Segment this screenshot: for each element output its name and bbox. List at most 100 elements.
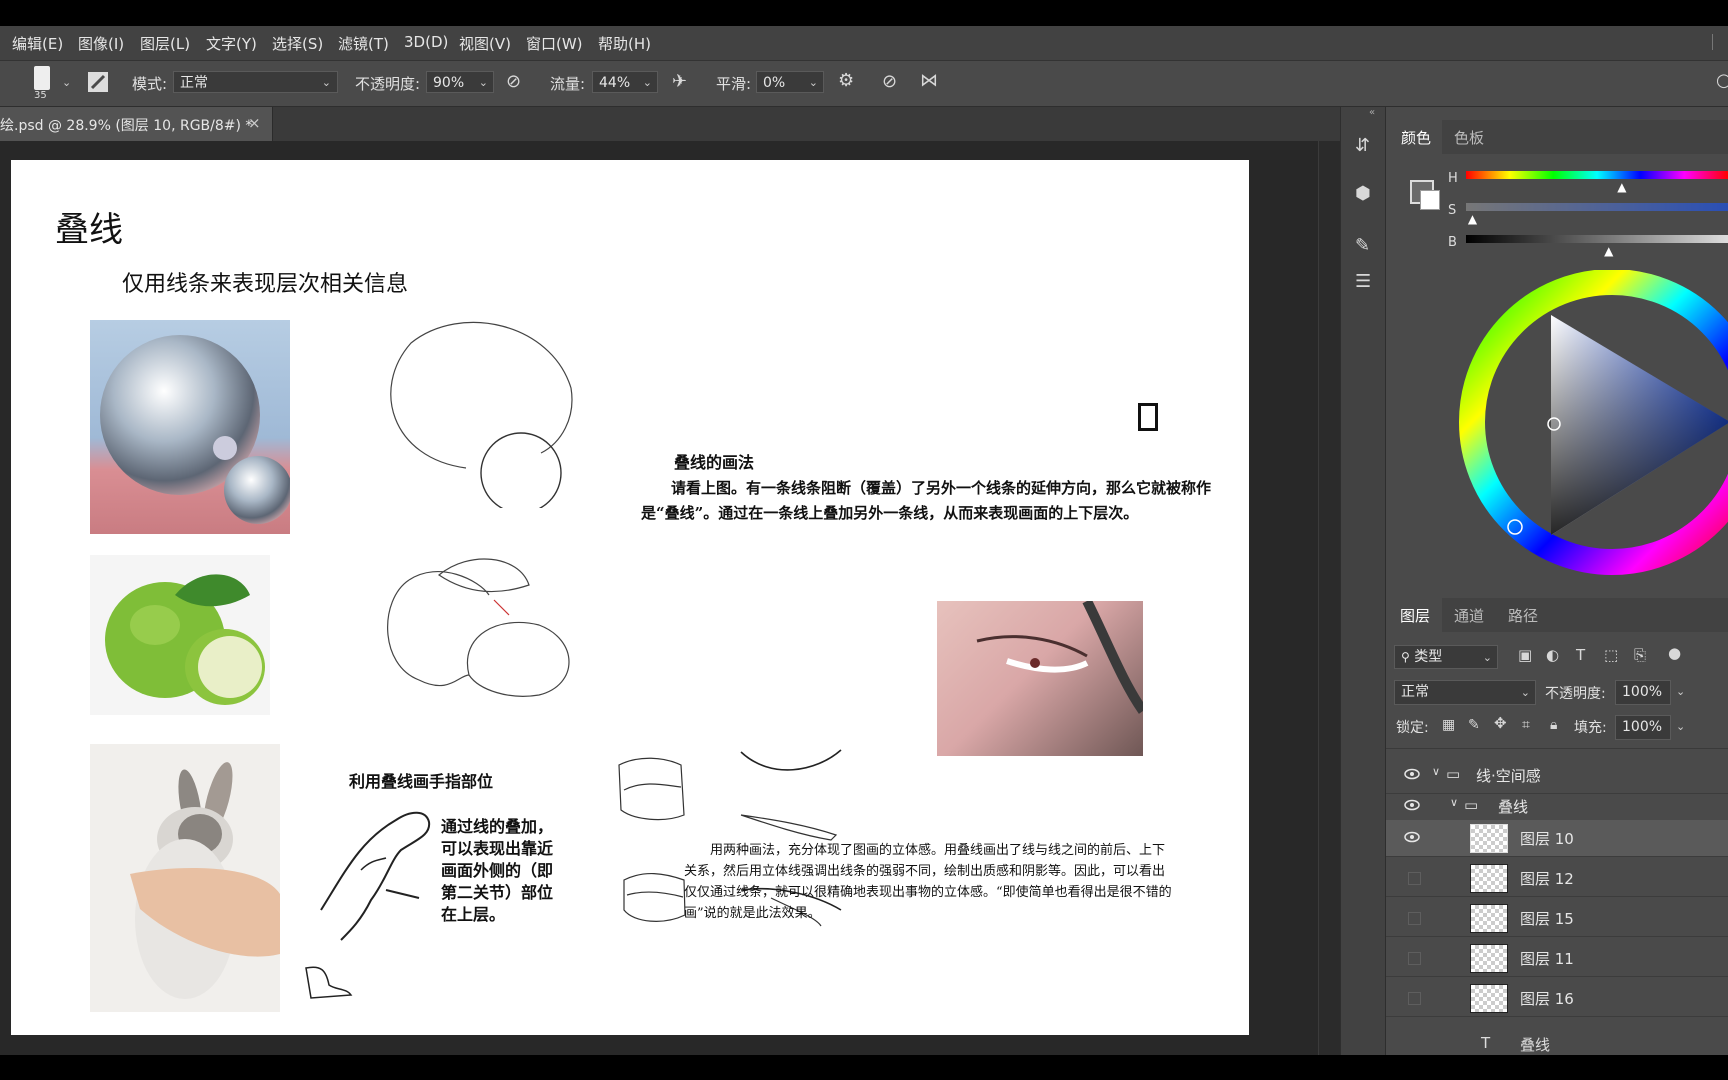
gear-icon[interactable]: ⚙ [838,72,854,90]
menu-select[interactable]: 选择(S) [272,33,323,54]
brush-settings-icon[interactable]: ✎ [1355,237,1370,255]
smart-object-filter-icon[interactable]: ⎘ [1634,648,1646,663]
fill-field[interactable]: 100% [1615,715,1671,740]
layer-row-partial[interactable]: T 叠线 [1386,1018,1728,1055]
smoothing-field[interactable]: 0% ⌄ [756,71,824,93]
brightness-slider-thumb[interactable]: ▲ [1604,244,1613,258]
layer-thumbnail [1470,904,1508,933]
options-bar: 35 ⌄ 模式: 正常 ⌄ 不透明度: 90% ⌄ ⊘ 流量: 44% ⌄ ✈ … [0,61,1728,107]
shape-filter-icon[interactable]: ⬚ [1604,648,1618,663]
pressure-opacity-icon[interactable]: ⊘ [506,73,521,91]
layer-name: 图层 15 [1520,910,1574,928]
eye-icon[interactable] [1404,767,1420,781]
chevron-down-icon[interactable]: ∨ [1432,765,1440,778]
layer-row[interactable]: 图层 15 [1386,900,1728,937]
vertical-scrollbar[interactable] [1318,141,1341,1055]
menu-help[interactable]: 帮助(H) [598,33,651,54]
brush-preset-icon[interactable] [34,66,50,90]
canvas-subheading: 仅用线条来表现层次相关信息 [122,272,409,297]
saturation-slider-thumb[interactable]: ▲ [1468,212,1477,226]
color-wheel[interactable] [1455,270,1728,590]
visibility-toggle[interactable] [1408,872,1421,885]
hue-label: H [1448,171,1458,186]
pressure-size-icon[interactable]: ⊘ [882,73,897,91]
layer-filter-select[interactable]: ⚲ 类型 ⌄ [1394,645,1498,669]
menu-view[interactable]: 视图(V) [459,33,511,54]
overlap-circles-drawing [390,321,573,508]
chevron-down-icon: ⌄ [1520,686,1530,699]
lock-transparency-icon[interactable]: ▦ [1442,718,1455,732]
hue-slider[interactable] [1466,171,1728,179]
lock-position-icon[interactable]: ✥ [1494,716,1507,731]
lock-all-icon[interactable]: 🔒︎ [1550,718,1557,732]
tab-channels[interactable]: 通道 [1454,605,1484,626]
tab-layers[interactable]: 图层 [1386,598,1442,632]
lock-artboard-icon[interactable]: ⌗ [1522,718,1530,732]
brightness-label: B [1448,235,1457,250]
visibility-toggle[interactable] [1408,912,1421,925]
3d-cube-icon[interactable]: ⬢ [1355,185,1371,203]
tab-swatches[interactable]: 色板 [1454,127,1484,148]
type-layer-icon: T [1481,1034,1491,1052]
tab-color[interactable]: 颜色 [1386,120,1442,154]
menu-bar: 编辑(E) 图像(I) 图层(L) 文字(Y) 选择(S) 滤镜(T) 3D(D… [0,26,1728,61]
document-tab[interactable]: 绘.psd @ 28.9% (图层 10, RGB/8#) * × [0,107,273,141]
smoothing-value: 0% [763,75,786,91]
menu-window[interactable]: 窗口(W) [526,33,583,54]
fill-value: 100% [1622,719,1663,735]
flow-field[interactable]: 44% ⌄ [592,71,658,93]
pixel-filter-icon[interactable]: ▣ [1518,648,1532,663]
menu-filter[interactable]: 滤镜(T) [338,33,389,54]
history-icon[interactable]: ⇵ [1355,137,1370,155]
airbrush-icon[interactable]: ✈ [672,73,687,91]
layer-opacity-field[interactable]: 100% [1615,680,1671,705]
hue-slider-thumb[interactable]: ▲ [1617,180,1626,194]
menu-edit[interactable]: 编辑(E) [12,33,63,54]
chevron-down-icon[interactable]: ⌄ [62,76,71,89]
type-filter-icon[interactable]: T [1576,648,1585,663]
tab-paths[interactable]: 路径 [1508,605,1538,626]
search-icon[interactable]: ○ [1716,72,1728,90]
document-tab-title: 绘.psd @ 28.9% (图层 10, RGB/8#) * [0,118,253,134]
mode-select[interactable]: 正常 ⌄ [173,71,338,93]
blend-mode-select[interactable]: 正常 ⌄ [1394,680,1536,705]
visibility-toggle[interactable] [1408,952,1421,965]
chevron-down-icon[interactable]: ∨ [1450,796,1458,809]
brush-panel-icon[interactable] [88,72,108,92]
canvas[interactable]: 叠线 仅用线条来表现层次相关信息 叠线的画法 请看上图。有一条线条阻断（覆盖）了… [11,160,1249,1035]
saturation-slider[interactable] [1466,203,1728,211]
menu-layer[interactable]: 图层(L) [140,33,190,54]
eye-icon[interactable] [1404,830,1420,844]
brush-size: 35 [34,90,47,101]
background-color-swatch[interactable] [1420,190,1440,210]
visibility-toggle[interactable] [1408,992,1421,1005]
layer-row[interactable]: 图层 12 [1386,860,1728,897]
bottom-bar [0,1055,1728,1080]
symmetry-icon[interactable]: ⋈ [920,72,938,90]
layer-row[interactable]: 图层 10 [1386,820,1728,857]
layer-row[interactable]: 图层 11 [1386,940,1728,977]
finger-title: 利用叠线画手指部位 [349,772,494,791]
chevron-down-icon[interactable]: ⌄ [1676,720,1685,733]
finger-drawing [305,811,431,999]
layer-row[interactable]: 图层 16 [1386,980,1728,1017]
eye-icon[interactable] [1404,798,1420,812]
chrome-sphere-photo [90,320,290,534]
method-title: 叠线的画法 [674,453,755,472]
menu-image[interactable]: 图像(I) [78,33,124,54]
menu-3d[interactable]: 3D(D) [404,33,448,51]
lock-pixels-icon[interactable]: ✎ [1468,718,1480,732]
menu-type[interactable]: 文字(Y) [206,33,257,54]
adjustment-filter-icon[interactable]: ◐ [1546,648,1559,663]
layer-opacity-value: 100% [1622,684,1663,700]
collapse-icon[interactable]: « [1369,107,1375,118]
filter-toggle-icon[interactable]: ● [1668,646,1681,661]
brightness-slider[interactable] [1466,235,1728,243]
window-control[interactable] [1712,34,1728,50]
opacity-value: 90% [433,75,465,91]
close-icon[interactable]: × [248,114,261,132]
chevron-down-icon[interactable]: ⌄ [1676,685,1685,698]
layer-thumbnail [1470,984,1508,1013]
adjustments-icon[interactable]: ☰ [1355,273,1371,291]
opacity-field[interactable]: 90% ⌄ [426,71,494,93]
